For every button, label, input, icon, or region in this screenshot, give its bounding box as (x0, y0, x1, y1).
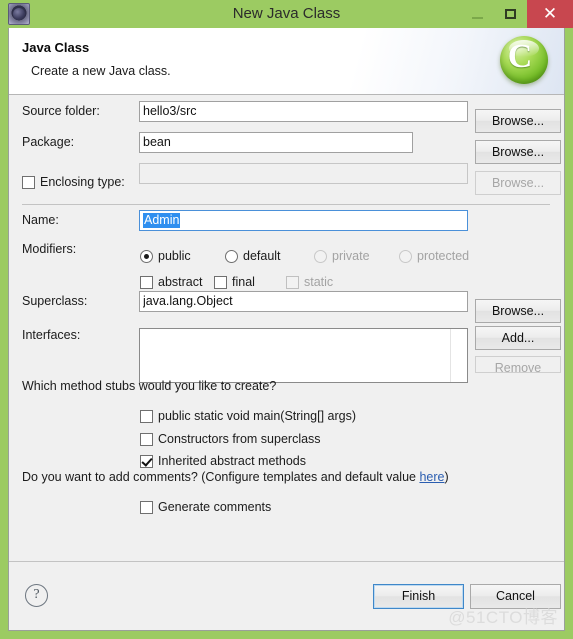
generate-comments-checkbox-row[interactable]: Generate comments (140, 500, 271, 514)
checkbox-main-label: public static void main(String[] args) (158, 409, 356, 423)
checkbox-generate-comments-indicator[interactable] (140, 500, 153, 514)
title-bar[interactable]: New Java Class ✕ (0, 0, 573, 28)
checkbox-static-indicator (286, 275, 299, 289)
enclosing-type-browse-button: Browse... (475, 171, 561, 195)
interfaces-listbox[interactable] (139, 328, 468, 383)
checkbox-inherited-label: Inherited abstract methods (158, 454, 306, 468)
enclosing-type-checkbox[interactable] (22, 175, 35, 189)
gear-icon (8, 3, 30, 25)
checkbox-final-label: final (232, 275, 255, 289)
radio-private-indicator (314, 249, 327, 263)
checkbox-inherited-indicator[interactable] (140, 454, 153, 468)
interfaces-remove-button: Remove (475, 356, 561, 373)
window-controls: ✕ (461, 0, 573, 28)
modifier-checkbox-static: static (286, 275, 333, 289)
source-folder-label: Source folder: (22, 104, 100, 118)
superclass-browse-button[interactable]: Browse... (475, 299, 561, 323)
interfaces-label: Interfaces: (22, 328, 81, 342)
close-button[interactable]: ✕ (527, 0, 573, 28)
banner-subtitle: Create a new Java class. (31, 64, 171, 78)
checkbox-static-label: static (304, 275, 334, 289)
new-java-class-dialog: New Java Class ✕ Java Class Create a new… (0, 0, 573, 639)
package-input[interactable] (139, 131, 413, 153)
section-separator-1 (22, 204, 550, 205)
logo-letter: C (507, 38, 533, 75)
package-label: Package: (22, 135, 75, 149)
source-folder-browse-button[interactable]: Browse... (475, 109, 561, 133)
modifier-radio-protected: protected (399, 249, 469, 263)
radio-protected-label: protected (417, 249, 470, 263)
checkbox-final-indicator[interactable] (214, 275, 227, 289)
dialog-footer: ? Finish Cancel @51CTO博客 (9, 561, 564, 630)
modifier-radio-default[interactable]: default (225, 249, 281, 263)
checkbox-constructors-label: Constructors from superclass (158, 432, 321, 446)
configure-templates-link[interactable]: here (419, 470, 444, 484)
comments-question-prefix: Do you want to add comments? (Configure … (22, 470, 420, 484)
radio-protected-indicator (399, 249, 412, 263)
enclosing-type-input (139, 162, 468, 184)
maximize-button[interactable] (494, 0, 527, 28)
radio-public-indicator[interactable] (140, 249, 153, 263)
checkbox-abstract-indicator[interactable] (140, 275, 153, 289)
dialog-banner: Java Class Create a new Java class. C (9, 28, 564, 95)
radio-private-label: private (332, 249, 370, 263)
eclipse-class-logo-icon: C (496, 33, 552, 89)
modifier-radio-private: private (314, 249, 370, 263)
enclosing-type-label: Enclosing type: (40, 175, 125, 189)
checkbox-constructors-indicator[interactable] (140, 432, 153, 446)
stub-checkbox-main[interactable]: public static void main(String[] args) (140, 409, 356, 423)
form-area: Source folder: Browse... Package: Browse… (9, 95, 564, 595)
stub-checkbox-inherited[interactable]: Inherited abstract methods (140, 454, 306, 468)
modifier-radio-public[interactable]: public (140, 249, 191, 263)
name-label: Name: (22, 213, 59, 227)
superclass-input[interactable] (139, 290, 468, 312)
comments-question: Do you want to add comments? (Configure … (22, 470, 449, 484)
method-stubs-question: Which method stubs would you like to cre… (22, 379, 277, 393)
name-input-value: Admin (143, 212, 181, 228)
package-browse-button[interactable]: Browse... (475, 140, 561, 164)
radio-default-indicator[interactable] (225, 249, 238, 263)
modifiers-label: Modifiers: (22, 242, 77, 256)
radio-public-label: public (158, 249, 191, 263)
help-icon[interactable]: ? (25, 584, 48, 607)
interfaces-scrollbar[interactable] (450, 329, 467, 382)
minimize-button[interactable] (461, 0, 494, 28)
stub-checkbox-constructors[interactable]: Constructors from superclass (140, 432, 321, 446)
radio-default-label: default (243, 249, 281, 263)
watermark: @51CTO博客 (448, 608, 558, 627)
checkbox-abstract-label: abstract (158, 275, 203, 289)
banner-title: Java Class (22, 40, 90, 55)
source-folder-input[interactable] (139, 100, 468, 122)
comments-question-suffix: ) (444, 470, 449, 484)
checkbox-generate-comments-label: Generate comments (158, 500, 272, 514)
superclass-label: Superclass: (22, 294, 88, 308)
modifier-checkbox-final[interactable]: final (214, 275, 255, 289)
name-input[interactable] (139, 209, 468, 231)
checkbox-main-indicator[interactable] (140, 409, 153, 423)
interfaces-add-button[interactable]: Add... (475, 326, 561, 350)
modifier-checkbox-abstract[interactable]: abstract (140, 275, 202, 289)
dialog-client-area: Java Class Create a new Java class. C So… (8, 28, 565, 631)
